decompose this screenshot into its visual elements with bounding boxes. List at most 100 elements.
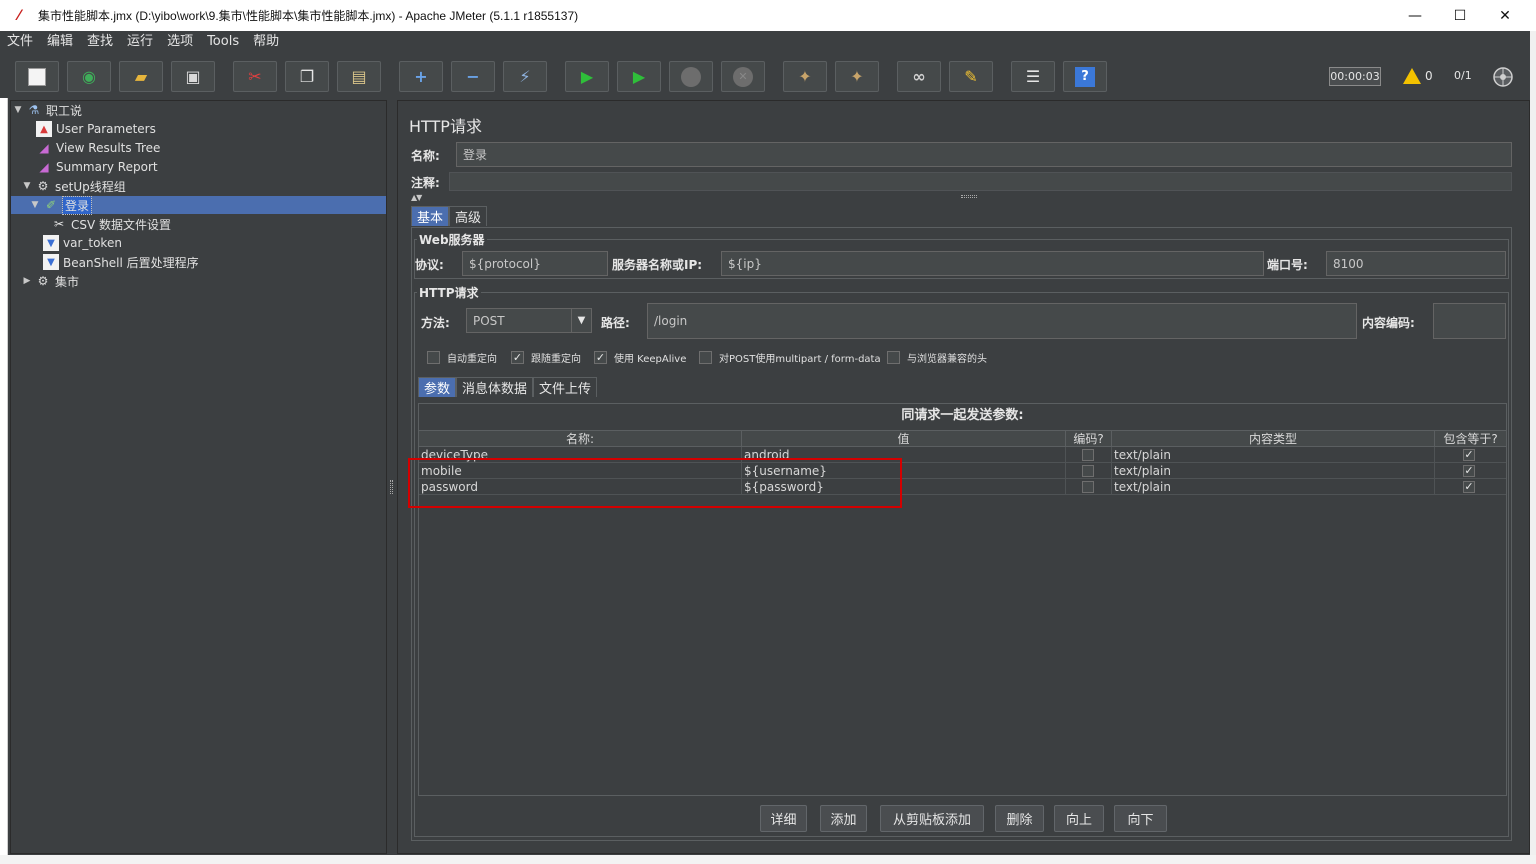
- start-no-pause-button[interactable]: ▶: [617, 61, 661, 92]
- toggle-button[interactable]: ⚡: [503, 61, 547, 92]
- tree-node-var-token[interactable]: ▼ var_token: [43, 234, 122, 252]
- menu-help[interactable]: 帮助: [246, 31, 286, 53]
- move-up-button[interactable]: 向上: [1054, 805, 1104, 832]
- open-button[interactable]: ▰: [119, 61, 163, 92]
- paste-button[interactable]: ▤: [337, 61, 381, 92]
- column-header-name[interactable]: 名称:: [419, 431, 742, 447]
- menu-run[interactable]: 运行: [120, 31, 160, 53]
- param-content-type-cell[interactable]: text/plain: [1112, 447, 1435, 463]
- expand-all-button[interactable]: +: [399, 61, 443, 92]
- pane-splitter[interactable]: [387, 100, 397, 854]
- checkbox-box[interactable]: [887, 351, 900, 364]
- tree-node-setup-thread-group[interactable]: ▼ ⚙ setUp线程组: [22, 177, 126, 195]
- port-field[interactable]: 8100: [1326, 251, 1506, 276]
- tab-body-data[interactable]: 消息体数据: [456, 377, 534, 397]
- collapse-arrows-icon[interactable]: ▲▼: [411, 193, 422, 202]
- maximize-button[interactable]: ☐: [1437, 0, 1483, 31]
- checkbox-checked-icon[interactable]: ✓: [594, 351, 607, 364]
- tree-node-login-sampler[interactable]: ▼ ✐ 登录: [11, 195, 386, 215]
- help-button[interactable]: ?: [1063, 61, 1107, 92]
- templates-button[interactable]: ◉: [67, 61, 111, 92]
- checkbox-box[interactable]: [427, 351, 440, 364]
- detail-button[interactable]: 详细: [760, 805, 807, 832]
- tree-node-view-results-tree[interactable]: ◢ View Results Tree: [36, 139, 160, 157]
- content-encoding-field[interactable]: [1433, 303, 1506, 339]
- copy-button[interactable]: ❐: [285, 61, 329, 92]
- start-button[interactable]: ▶: [565, 61, 609, 92]
- column-header-encode[interactable]: 编码?: [1066, 431, 1112, 447]
- tab-advanced[interactable]: 高级: [449, 206, 488, 226]
- expand-toggle-icon[interactable]: ▼: [22, 181, 32, 191]
- tree-node-user-parameters[interactable]: ▲ User Parameters: [36, 120, 156, 138]
- stop-button[interactable]: [669, 61, 713, 92]
- menu-file[interactable]: 文件: [0, 31, 40, 53]
- dropdown-arrow-icon[interactable]: ▼: [571, 309, 591, 332]
- move-down-button[interactable]: 向下: [1114, 805, 1167, 832]
- tree-node-test-plan[interactable]: ▼ ⚗ 职工说: [13, 101, 82, 119]
- menu-search[interactable]: 查找: [80, 31, 120, 53]
- function-helper-button[interactable]: ☰: [1011, 61, 1055, 92]
- search-button[interactable]: ∞: [897, 61, 941, 92]
- param-encode-cell: [1066, 463, 1112, 479]
- new-button[interactable]: [15, 61, 59, 92]
- param-content-type-cell[interactable]: text/plain: [1112, 463, 1435, 479]
- templates-icon: ◉: [82, 67, 96, 86]
- tree-node-summary-report[interactable]: ◢ Summary Report: [36, 158, 157, 176]
- tree-node-csv-data-set[interactable]: ✂ CSV 数据文件设置: [51, 215, 171, 233]
- encode-checkbox[interactable]: [1082, 449, 1094, 461]
- checkbox-checked-icon[interactable]: ✓: [1463, 465, 1475, 477]
- multipart-checkbox[interactable]: 对POST使用multipart / form-data: [699, 350, 881, 365]
- checkbox-checked-icon[interactable]: ✓: [511, 351, 524, 364]
- clear-button[interactable]: ✦: [783, 61, 827, 92]
- column-header-value[interactable]: 值: [742, 431, 1066, 447]
- checkbox-checked-icon[interactable]: ✓: [1463, 449, 1475, 461]
- comment-field[interactable]: [449, 172, 1512, 191]
- tab-file-upload[interactable]: 文件上传: [533, 377, 598, 397]
- name-field[interactable]: 登录: [456, 142, 1512, 167]
- menu-edit[interactable]: 编辑: [40, 31, 80, 53]
- collapse-all-button[interactable]: −: [451, 61, 495, 92]
- param-content-type-cell[interactable]: text/plain: [1112, 479, 1435, 495]
- panel-title: HTTP请求: [409, 117, 482, 136]
- checkbox-checked-icon[interactable]: ✓: [1463, 481, 1475, 493]
- expand-toggle-icon[interactable]: ▼: [13, 105, 23, 115]
- browser-headers-checkbox[interactable]: 与浏览器兼容的头: [887, 350, 987, 365]
- method-select[interactable]: POST ▼: [466, 308, 592, 333]
- checkbox-box[interactable]: [699, 351, 712, 364]
- clear-all-button[interactable]: ✦: [835, 61, 879, 92]
- drag-handle-icon[interactable]: [961, 195, 977, 198]
- add-button[interactable]: 添加: [820, 805, 867, 832]
- background-window-edge-right: [1530, 31, 1536, 864]
- minimize-button[interactable]: —: [1392, 0, 1438, 31]
- tab-basic[interactable]: 基本: [411, 206, 450, 226]
- jmeter-window: ⁄ 集市性能脚本.jmx (D:\yibo\work\9.集市\性能脚本\集市性…: [0, 0, 1536, 864]
- open-folder-icon: ▰: [134, 67, 148, 86]
- tree-node-beanshell-postprocessor[interactable]: ▼ BeanShell 后置处理程序: [43, 253, 199, 271]
- protocol-field[interactable]: ${protocol}: [462, 251, 608, 276]
- expand-toggle-icon[interactable]: ▼: [30, 200, 40, 210]
- menu-tools[interactable]: Tools: [200, 31, 246, 53]
- follow-redirects-checkbox[interactable]: ✓ 跟随重定向: [511, 350, 581, 365]
- server-field[interactable]: ${ip}: [721, 251, 1264, 276]
- delete-button[interactable]: 删除: [995, 805, 1044, 832]
- close-button[interactable]: ✕: [1482, 0, 1528, 31]
- column-header-include-equals[interactable]: 包含等于?: [1435, 431, 1506, 447]
- encode-checkbox[interactable]: [1082, 465, 1094, 477]
- warning-indicator[interactable]: 0: [1403, 68, 1433, 84]
- column-header-content-type[interactable]: 内容类型: [1112, 431, 1435, 447]
- follow-auto-redirect-checkbox[interactable]: 自动重定向: [427, 350, 497, 365]
- protocol-label: 协议:: [415, 258, 444, 272]
- tab-parameters[interactable]: 参数: [418, 377, 457, 397]
- menu-options[interactable]: 选项: [160, 31, 200, 53]
- remote-globe-icon[interactable]: [1492, 66, 1514, 88]
- tree-node-jishi-thread-group[interactable]: ▶ ⚙ 集市: [22, 272, 79, 290]
- add-from-clipboard-button[interactable]: 从剪贴板添加: [880, 805, 984, 832]
- expand-toggle-icon[interactable]: ▶: [22, 276, 32, 286]
- path-field[interactable]: /login: [647, 303, 1357, 339]
- cut-button[interactable]: ✂: [233, 61, 277, 92]
- keepalive-checkbox[interactable]: ✓ 使用 KeepAlive: [594, 350, 686, 365]
- shutdown-button[interactable]: ✕: [721, 61, 765, 92]
- save-button[interactable]: ▣: [171, 61, 215, 92]
- reset-search-button[interactable]: ✎: [949, 61, 993, 92]
- encode-checkbox[interactable]: [1082, 481, 1094, 493]
